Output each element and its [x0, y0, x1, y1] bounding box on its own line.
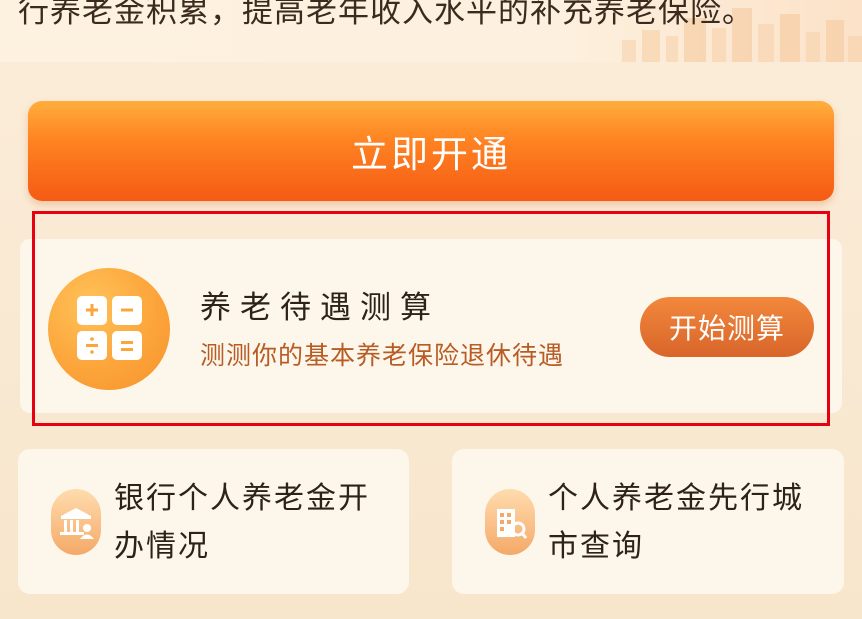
- pilot-city-query-card[interactable]: 个人养老金先行城市查询: [452, 449, 844, 594]
- pilot-city-query-label: 个人养老金先行城市查询: [548, 481, 804, 564]
- calculator-icon: [48, 268, 170, 390]
- calculation-subtitle: 测测你的基本养老保险退休待遇: [200, 341, 565, 370]
- bank-user-icon: [51, 489, 101, 555]
- city-search-icon: [485, 489, 535, 555]
- open-now-button[interactable]: 立即开通: [28, 101, 834, 201]
- calculation-title: 养老待遇测算: [200, 290, 440, 326]
- bank-pension-status-card[interactable]: 银行个人养老金开办情况: [18, 449, 409, 594]
- intro-text: 行养老金积累，提高老年收入水平的补充养老保险。: [18, 0, 754, 30]
- intro-banner: 行养老金积累，提高老年收入水平的补充养老保险。: [0, 0, 862, 62]
- bank-pension-status-label: 银行个人养老金开办情况: [114, 481, 370, 564]
- start-calculation-button[interactable]: 开始测算: [640, 297, 814, 357]
